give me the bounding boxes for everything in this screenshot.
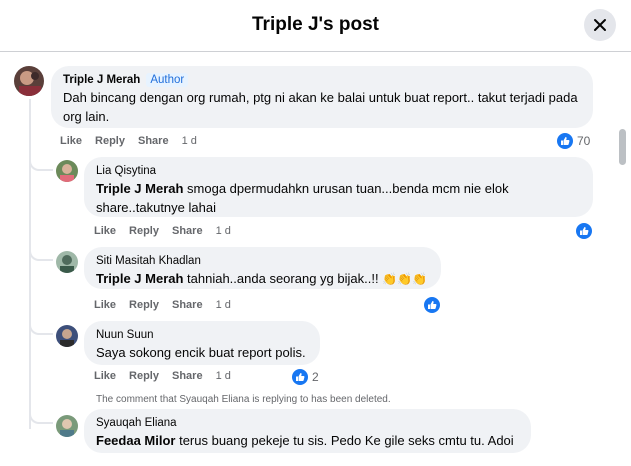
- reply-bubble: Lia Qisytina Triple J Merah smoga dpermu…: [84, 157, 593, 217]
- reply-author[interactable]: Siti Masitah Khadlan: [96, 254, 201, 268]
- like-button[interactable]: Like: [94, 370, 116, 382]
- avatar[interactable]: [56, 325, 78, 347]
- reply-bubble: Nuun Suun Saya sokong encik buat report …: [84, 321, 320, 365]
- dialog-title: Triple J's post: [252, 14, 379, 35]
- thread-connector: [29, 141, 53, 171]
- like-button[interactable]: Like: [60, 135, 82, 147]
- reply-text: Triple J Merah smoga dpermudahkn urusan …: [96, 181, 509, 215]
- share-button[interactable]: Share: [138, 135, 169, 147]
- reply-author[interactable]: Syauqah Eliana: [96, 416, 177, 430]
- thumbs-up-icon: [428, 301, 437, 309]
- reply-text: Saya sokong encik buat report polis.: [96, 345, 306, 360]
- reply-bubble: Siti Masitah Khadlan Triple J Merah tahn…: [84, 247, 441, 289]
- reply-author[interactable]: Nuun Suun: [96, 328, 154, 342]
- reply-button[interactable]: Reply: [129, 225, 159, 237]
- share-button[interactable]: Share: [172, 225, 203, 237]
- comment-text: Dah bincang dengan org rumah, ptg ni aka…: [63, 90, 578, 124]
- mention-link[interactable]: Triple J Merah: [96, 271, 183, 286]
- share-button[interactable]: Share: [172, 299, 203, 311]
- thumbs-up-icon: [580, 227, 589, 235]
- author-badge: Author: [146, 73, 189, 87]
- reply-actions: Like Reply Share 1 d: [94, 225, 244, 237]
- comment-actions: Like Reply Share 1 d: [60, 135, 210, 147]
- reply-actions: Like Reply Share 1 d: [94, 370, 244, 382]
- reply-timestamp[interactable]: 1 d: [216, 370, 231, 382]
- reply-button[interactable]: Reply: [95, 135, 125, 147]
- mention-link[interactable]: Feedaa Milor: [96, 433, 175, 448]
- comment-timestamp[interactable]: 1 d: [182, 135, 197, 147]
- deleted-comment-note: The comment that Syauqah Eliana is reply…: [96, 394, 391, 405]
- reply-bubble: Syauqah Eliana Feedaa Milor terus buang …: [84, 409, 531, 453]
- comment-author[interactable]: Triple J Merah: [63, 73, 140, 87]
- avatar[interactable]: [56, 415, 78, 437]
- thumbs-up-icon: [296, 373, 305, 381]
- scrollbar[interactable]: [619, 129, 626, 165]
- reply-text: Feedaa Milor terus buang pekeje tu sis. …: [96, 433, 514, 448]
- like-button[interactable]: Like: [94, 225, 116, 237]
- reaction-indicator[interactable]: [424, 297, 440, 313]
- thread-connector: [29, 305, 53, 335]
- comments-list[interactable]: Triple J Merah Author Dah bincang dengan…: [0, 53, 631, 466]
- clapping-hands-icon: 👏👏👏: [382, 272, 427, 286]
- reply-text: Triple J Merah tahniah..anda seorang yg …: [96, 271, 427, 286]
- close-button[interactable]: [584, 9, 616, 41]
- avatar[interactable]: [56, 251, 78, 273]
- thread-connector: [29, 231, 53, 261]
- reply-button[interactable]: Reply: [129, 299, 159, 311]
- post-dialog-header: Triple J's post: [0, 0, 631, 52]
- like-button[interactable]: Like: [94, 299, 116, 311]
- avatar[interactable]: [56, 160, 78, 182]
- comment-bubble: Triple J Merah Author Dah bincang dengan…: [51, 66, 593, 128]
- avatar[interactable]: [14, 66, 44, 96]
- reply-button[interactable]: Reply: [129, 370, 159, 382]
- thumbs-up-icon: [561, 137, 570, 145]
- reply-author[interactable]: Lia Qisytina: [96, 164, 156, 178]
- reply-timestamp[interactable]: 1 d: [216, 299, 231, 311]
- reaction-count[interactable]: 70: [557, 133, 590, 149]
- close-icon: [594, 19, 606, 31]
- reply-actions: Like Reply Share 1 d: [94, 299, 244, 311]
- reaction-count[interactable]: 2: [292, 369, 319, 385]
- reaction-indicator[interactable]: [576, 223, 592, 239]
- share-button[interactable]: Share: [172, 370, 203, 382]
- mention-link[interactable]: Triple J Merah: [96, 181, 183, 196]
- reaction-number: 70: [577, 134, 591, 148]
- reaction-number: 2: [312, 370, 319, 384]
- thread-connector: [29, 388, 53, 424]
- reply-timestamp[interactable]: 1 d: [216, 225, 231, 237]
